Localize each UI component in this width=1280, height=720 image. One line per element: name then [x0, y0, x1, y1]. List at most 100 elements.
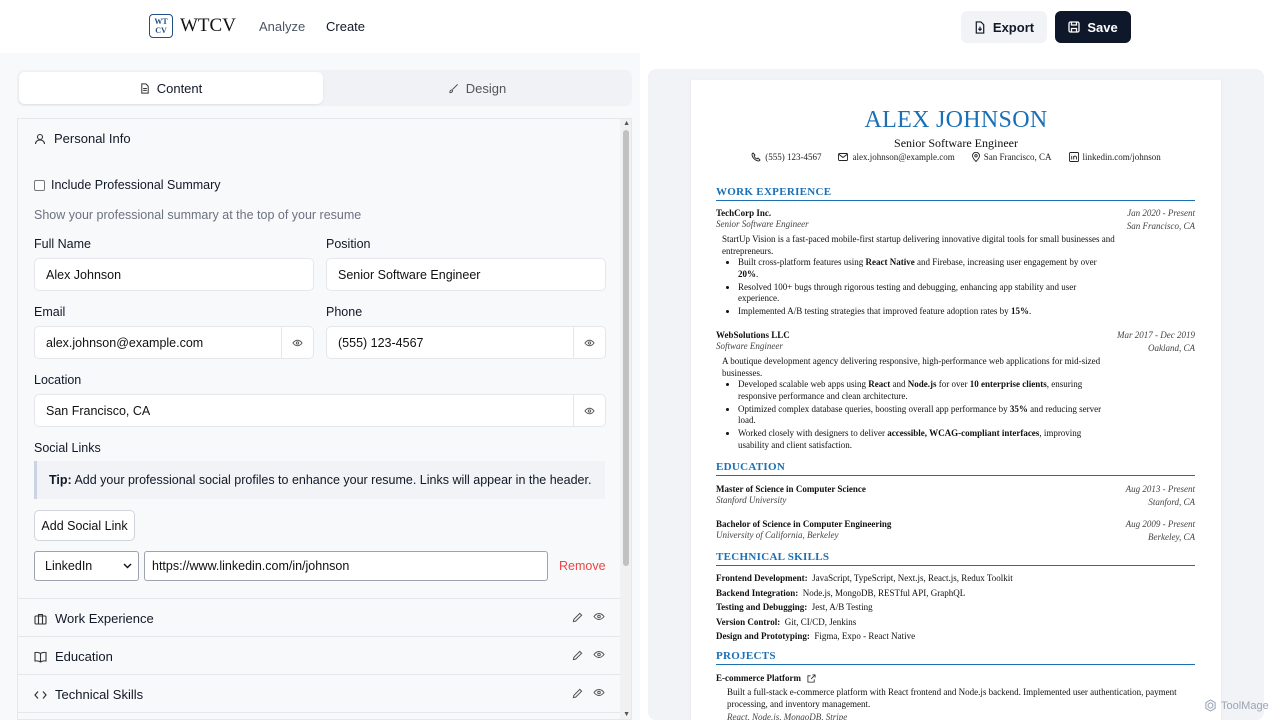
eye-icon — [584, 407, 595, 414]
resume-phone: (555) 123-4567 — [765, 152, 822, 162]
job-description: StartUp Vision is a fast-paced mobile-fi… — [722, 234, 1115, 256]
tab-design[interactable]: Design — [325, 72, 629, 104]
eye-icon[interactable] — [593, 650, 605, 659]
export-label: Export — [992, 19, 1035, 35]
map-pin-icon — [971, 152, 980, 162]
job-company: TechCorp Inc. — [716, 208, 772, 218]
resume-education-heading: EDUCATION — [716, 461, 1195, 476]
list-item: Developed scalable web apps using React … — [738, 379, 1114, 402]
personal-info-header[interactable]: Personal Info — [34, 131, 131, 146]
list-item: Resolved 100+ bugs through rigorous test… — [738, 282, 1114, 305]
save-button[interactable]: Save — [1055, 11, 1131, 43]
list-item: Implemented A/B testing strategies that … — [738, 306, 1114, 318]
add-social-link-button[interactable]: Add Social Link — [34, 510, 135, 541]
pencil-icon[interactable] — [572, 612, 583, 623]
resume-title: Senior Software Engineer — [894, 136, 1018, 150]
job-company: WebSolutions LLC — [716, 330, 790, 340]
job-description: A boutique development agency delivering… — [722, 356, 1101, 378]
next-section[interactable] — [18, 712, 621, 719]
tab-content[interactable]: Content — [19, 72, 323, 104]
eye-icon[interactable] — [593, 612, 605, 621]
technical-skills-section[interactable]: Technical Skills — [18, 674, 621, 712]
file-download-icon — [975, 20, 985, 34]
position-value: Senior Software Engineer — [338, 267, 481, 282]
export-button[interactable]: Export — [961, 11, 1047, 43]
resume-name: ALEX JOHNSON — [864, 107, 1048, 133]
linkedin-icon — [1068, 152, 1079, 162]
phone-label: Phone — [326, 305, 363, 319]
brand-name[interactable]: WTCV — [180, 15, 236, 37]
full-name-value: Alex Johnson — [46, 267, 122, 282]
editor-tabs: Content Design — [17, 70, 632, 106]
tab-design-label: Design — [465, 80, 507, 96]
tip-text: Add your professional social profiles to… — [71, 473, 592, 487]
phone-input[interactable]: (555) 123-4567 — [326, 326, 606, 359]
skill-row: Version Control: Git, CI/CD, Jenkins — [716, 616, 857, 627]
position-label: Position — [326, 237, 371, 251]
job-role: Senior Software Engineer — [716, 219, 809, 229]
location-input[interactable]: San Francisco, CA — [34, 394, 606, 427]
phone-value: (555) 123-4567 — [338, 335, 424, 350]
logo-icon[interactable]: WT CV — [149, 14, 173, 38]
scroll-up-arrow[interactable]: ▲ — [623, 120, 630, 127]
skill-row: Backend Integration: Node.js, MongoDB, R… — [716, 587, 966, 598]
tab-content-label: Content — [156, 80, 203, 96]
edu-school: Stanford University — [716, 495, 787, 505]
email-visibility-toggle[interactable] — [281, 327, 313, 358]
pencil-icon[interactable] — [572, 650, 583, 661]
editor-scrollbar[interactable]: ▲ ▼ — [620, 119, 631, 719]
full-name-label: Full Name — [34, 237, 91, 251]
social-url-value: https://www.linkedin.com/in/johnson — [152, 559, 350, 573]
social-platform-select[interactable]: LinkedIn — [34, 551, 139, 581]
editor-scroll-area[interactable]: Personal Info Include Professional Summa… — [17, 118, 632, 720]
project-tech: React, Node.js, MongoDB, Stripe — [727, 712, 848, 720]
skill-row: Frontend Development: JavaScript, TypeSc… — [716, 573, 1013, 583]
full-name-input[interactable]: Alex Johnson — [34, 258, 314, 291]
summary-hint: Show your professional summary at the to… — [34, 208, 362, 222]
watermark-text: ToolMage — [1221, 699, 1269, 712]
social-tip: Tip: Add your professional social profil… — [34, 461, 605, 499]
tip-bold: Tip: — [49, 473, 72, 487]
top-bar: WT CV WTCV Analyze Create Export Save — [0, 0, 1280, 53]
email-label: Email — [34, 305, 66, 319]
book-icon — [34, 651, 47, 663]
phone-visibility-toggle[interactable] — [573, 327, 605, 358]
job-meta: Mar 2017 - Dec 2019 Oakland, CA — [1117, 329, 1195, 355]
summary-checkbox[interactable] — [34, 180, 45, 191]
social-platform-value: LinkedIn — [45, 559, 93, 573]
eye-icon[interactable] — [593, 688, 605, 697]
job-role: Software Engineer — [716, 341, 783, 351]
position-input[interactable]: Senior Software Engineer — [326, 258, 606, 291]
scroll-down-arrow[interactable]: ▼ — [623, 711, 630, 718]
location-visibility-toggle[interactable] — [573, 395, 605, 426]
resume-projects-heading: PROJECTS — [716, 650, 1195, 665]
edu-dates: Aug 2013 - Present — [1125, 484, 1195, 494]
job-place: Oakland, CA — [1148, 343, 1195, 353]
briefcase-icon — [34, 613, 47, 625]
work-experience-section[interactable]: Work Experience — [18, 598, 621, 636]
email-input[interactable]: alex.johnson@example.com — [34, 326, 314, 359]
social-url-input[interactable]: https://www.linkedin.com/in/johnson — [144, 551, 548, 581]
resume-contacts: (555) 123-4567 alex.johnson@example.com … — [691, 152, 1221, 162]
mail-icon — [838, 153, 849, 161]
education-title: Education — [55, 649, 113, 664]
nav-create[interactable]: Create — [326, 19, 365, 34]
skill-row: Design and Prototyping: Figma, Expo - Re… — [716, 631, 916, 641]
user-icon — [34, 133, 46, 144]
nav-analyze[interactable]: Analyze — [259, 19, 305, 34]
edu-dates: Aug 2009 - Present — [1125, 519, 1195, 529]
editor-scrollbar-thumb[interactable] — [623, 130, 629, 566]
external-link-icon[interactable] — [807, 674, 816, 683]
personal-info-title: Personal Info — [54, 131, 131, 146]
summary-checkbox-label[interactable]: Include Professional Summary — [51, 178, 221, 192]
resume-location: San Francisco, CA — [983, 152, 1052, 162]
job-bullets: Built cross-platform features using Reac… — [724, 257, 1114, 319]
remove-social-link-button[interactable]: Remove — [559, 559, 606, 573]
job-dates: Mar 2017 - Dec 2019 — [1117, 330, 1195, 340]
resume-linkedin: linkedin.com/johnson — [1082, 152, 1161, 162]
pencil-icon[interactable] — [572, 688, 583, 699]
education-section[interactable]: Education — [18, 636, 621, 674]
project-title: E-commerce Platform — [716, 673, 816, 685]
location-value: San Francisco, CA — [46, 403, 151, 418]
job-place: San Francisco, CA — [1126, 221, 1195, 231]
